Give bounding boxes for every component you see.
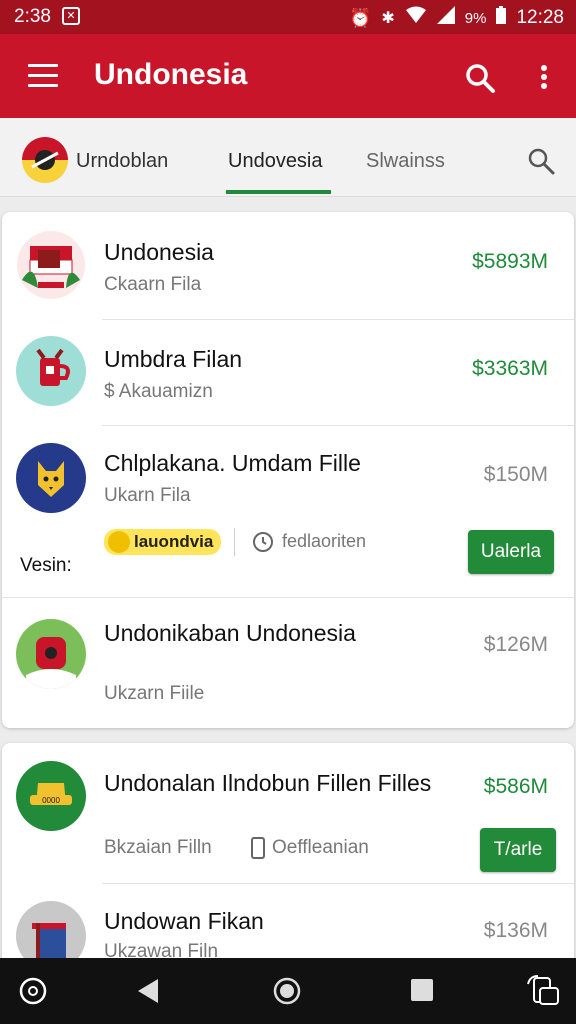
tab-search-icon[interactable] bbox=[526, 146, 556, 176]
recents-icon[interactable] bbox=[410, 978, 434, 1007]
item-subtitle: Ukzarn Fiile bbox=[104, 683, 205, 704]
item-subtitle: $ Akauamizn bbox=[104, 381, 213, 402]
list-item[interactable]: Umbdra Filan $ Akauamizn $3363M bbox=[2, 319, 574, 425]
search-icon[interactable] bbox=[464, 62, 496, 94]
item-meta: fedlaoriten bbox=[282, 531, 367, 551]
item-price: $136M bbox=[483, 919, 548, 942]
mailbox-icon bbox=[16, 619, 86, 689]
fox-shield-icon bbox=[16, 443, 86, 513]
screen-rotate-icon[interactable] bbox=[526, 974, 560, 1013]
clock-icon bbox=[252, 531, 274, 553]
green-badge-icon: 0000 bbox=[16, 761, 86, 831]
alarm-icon: ⏰ bbox=[348, 7, 372, 28]
back-icon[interactable] bbox=[136, 978, 160, 1009]
list-item[interactable]: 0000 Undonalan Ilndobun Fillen Filles Bk… bbox=[2, 743, 574, 883]
item-name: Chlplakana. Umdam Fille bbox=[104, 450, 361, 476]
tab-undovesia[interactable]: Undovesia bbox=[228, 150, 323, 173]
signal-icon bbox=[436, 6, 455, 30]
version-label: Vesin: bbox=[20, 555, 72, 576]
item-price: $586M bbox=[483, 775, 548, 798]
item-price: $3363M bbox=[472, 357, 548, 380]
action-button[interactable]: T/arle bbox=[480, 828, 556, 872]
more-options-icon[interactable] bbox=[536, 62, 552, 94]
item-name: Undowan Fikan bbox=[104, 908, 264, 934]
item-name: Umbdra Filan bbox=[104, 346, 243, 372]
notification-icon: ✕ bbox=[62, 7, 80, 25]
navigation-bar bbox=[0, 958, 576, 1024]
action-button[interactable]: Ualerla bbox=[468, 530, 554, 574]
svg-text:0000: 0000 bbox=[42, 796, 60, 805]
item-subtitle: Ckaarn Fila bbox=[104, 274, 202, 295]
flag-emblem-icon bbox=[16, 230, 86, 300]
phone-icon bbox=[250, 837, 266, 859]
item-price: $126M bbox=[483, 633, 548, 656]
tag-icon bbox=[108, 531, 130, 553]
separator bbox=[234, 528, 235, 556]
list-item[interactable]: Undonesia Ckaarn Fila $5893M bbox=[2, 212, 574, 319]
tab-urndoblan[interactable]: Urndoblan bbox=[76, 150, 168, 173]
mute-icon: ✱ bbox=[381, 10, 395, 27]
item-subtitle: Ukarn Fila bbox=[104, 485, 191, 506]
home-icon[interactable] bbox=[272, 976, 302, 1011]
list-card: 0000 Undonalan Ilndobun Fillen Filles Bk… bbox=[2, 743, 574, 983]
wifi-icon bbox=[405, 6, 427, 30]
item-meta: Oeffleanian bbox=[272, 837, 369, 858]
indonesia-logo-icon[interactable] bbox=[22, 137, 68, 183]
menu-icon[interactable] bbox=[28, 64, 58, 88]
item-subtitle: Bkzaian Filln bbox=[104, 837, 212, 858]
item-price: $150M bbox=[483, 463, 548, 486]
battery-icon bbox=[496, 6, 507, 30]
selected-tab-indicator bbox=[226, 190, 331, 194]
item-name: Undonikaban Undonesia bbox=[104, 620, 356, 646]
list-card: Undonesia Ckaarn Fila $5893M Umbdra Fila… bbox=[2, 212, 574, 728]
status-icons: ⏰ ✱ 9% 12:28 bbox=[349, 6, 564, 30]
item-price: $5893M bbox=[472, 250, 548, 273]
item-name: Undonesia bbox=[104, 239, 214, 265]
list-item[interactable]: Chlplakana. Umdam Fille Ukarn Fila $150M… bbox=[2, 425, 574, 597]
cup-icon bbox=[16, 336, 86, 406]
status-bar: 2:38 ✕ ⏰ ✱ 9% 12:28 bbox=[0, 0, 576, 34]
tag-label: lauondvia bbox=[134, 532, 214, 551]
status-tag: lauondvia bbox=[104, 529, 222, 555]
list-item[interactable]: Undonikaban Undonesia Ukzarn Fiile $126M bbox=[2, 597, 574, 728]
tab-slwainss[interactable]: Slwainss bbox=[366, 150, 445, 173]
status-time-left: 2:38 bbox=[14, 6, 51, 27]
app-title: Undonesia bbox=[94, 58, 248, 91]
assistant-icon[interactable] bbox=[18, 974, 48, 1011]
battery-percent: 9% bbox=[464, 9, 487, 27]
app-bar: Undonesia bbox=[0, 34, 576, 118]
status-time-right: 12:28 bbox=[516, 7, 564, 28]
item-name: Undonalan Ilndobun Fillen Filles bbox=[104, 770, 432, 796]
